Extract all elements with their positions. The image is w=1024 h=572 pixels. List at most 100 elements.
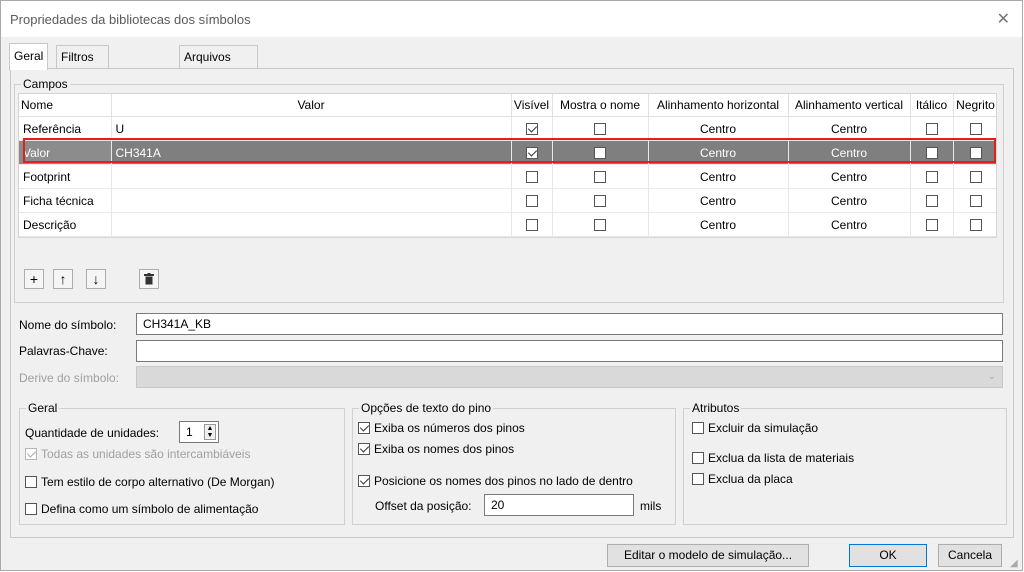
bold-checkbox[interactable] [969,171,982,184]
col-header-show-name[interactable]: Mostra o nome [552,94,649,117]
visible-cell[interactable] [511,212,553,237]
show-name-checkbox[interactable] [594,123,606,136]
bold-cell[interactable] [953,140,996,165]
italic-cell[interactable] [910,140,954,165]
keywords-field[interactable] [136,340,1003,362]
move-up-button[interactable]: ↑ [53,269,73,289]
show-name-cell[interactable] [552,116,649,141]
show-name-checkbox[interactable] [594,219,606,232]
h-align-cell[interactable]: Centro [648,164,789,189]
bold-checkbox[interactable] [969,195,982,208]
field-name-cell[interactable]: Descrição [19,212,112,237]
move-down-button[interactable]: ↓ [86,269,106,289]
units-spinner[interactable]: 1 ▲ ▼ [179,421,219,443]
col-header-h-align[interactable]: Alinhamento horizontal [648,94,789,117]
interchangeable-row[interactable]: Todas as unidades são intercambiáveis [25,447,250,461]
v-align-cell[interactable]: Centro [788,140,911,165]
table-row[interactable]: Descrição Centro Centro [19,212,996,237]
col-header-v-align[interactable]: Alinhamento vertical [788,94,911,117]
italic-checkbox[interactable] [925,123,938,136]
show-name-cell[interactable] [552,188,649,213]
symbol-name-field[interactable]: CH341A_KB [136,313,1003,335]
ok-button[interactable]: OK [849,544,927,567]
v-align-cell[interactable]: Centro [788,188,911,213]
bold-cell[interactable] [953,164,996,189]
v-align-cell[interactable]: Centro [788,212,911,237]
exclude-simulation-row[interactable]: Excluir da simulação [692,421,818,435]
table-row[interactable]: Referência U Centro Centro [19,116,996,141]
add-field-button[interactable]: + [24,269,44,289]
h-align-cell[interactable]: Centro [648,116,789,141]
tab-footprint-filters[interactable]: Filtros do footprint [56,45,110,108]
pin-names-inside-row[interactable]: Posicione os nomes dos pinos no lado de … [358,474,633,488]
col-header-italic[interactable]: Itálico [910,94,954,117]
show-name-cell[interactable] [552,140,649,165]
visible-checkbox[interactable] [525,171,538,184]
italic-cell[interactable] [910,188,954,213]
show-name-checkbox[interactable] [594,195,606,208]
bold-checkbox[interactable] [969,219,982,232]
visible-cell[interactable] [511,116,553,141]
visible-cell[interactable] [511,140,553,165]
field-value-cell[interactable] [111,212,512,237]
h-align-cell[interactable]: Centro [648,188,789,213]
show-name-checkbox[interactable] [594,147,606,160]
col-header-value[interactable]: Valor [111,94,512,117]
close-icon[interactable]: ✕ [997,9,1010,29]
tab-geral[interactable]: Geral [9,43,49,70]
table-row[interactable]: Valor CH341A Centro Centro [19,140,996,165]
bold-cell[interactable] [953,116,996,141]
field-value-cell[interactable]: U [111,116,512,141]
power-symbol-checkbox[interactable] [25,503,37,515]
edit-simulation-model-button[interactable]: Editar o modelo de simulação... [607,544,809,567]
visible-checkbox[interactable] [525,195,538,208]
demorgan-row[interactable]: Tem estilo de corpo alternativo (De Morg… [25,475,274,489]
table-row[interactable]: Footprint Centro Centro [19,164,996,189]
exclude-board-row[interactable]: Exclua da placa [692,472,793,486]
interchangeable-checkbox[interactable] [25,448,37,460]
resize-grip-icon[interactable]: ◢ [1010,558,1022,570]
exclude-board-checkbox[interactable] [692,473,704,485]
field-value-cell[interactable] [111,164,512,189]
bold-cell[interactable] [953,212,996,237]
col-header-visible[interactable]: Visível [511,94,553,117]
italic-cell[interactable] [910,164,954,189]
show-pin-names-row[interactable]: Exiba os nomes dos pinos [358,442,514,456]
offset-field[interactable]: 20 [484,494,634,516]
bold-checkbox[interactable] [969,123,982,136]
v-align-cell[interactable]: Centro [788,116,911,141]
visible-cell[interactable] [511,164,553,189]
pin-names-inside-checkbox[interactable] [358,475,370,487]
show-pin-numbers-row[interactable]: Exiba os números dos pinos [358,421,525,435]
h-align-cell[interactable]: Centro [648,140,789,165]
field-name-cell[interactable]: Ficha técnica [19,188,112,213]
show-name-checkbox[interactable] [594,171,606,184]
visible-checkbox[interactable] [525,219,538,232]
demorgan-checkbox[interactable] [25,476,37,488]
visible-checkbox[interactable] [525,123,538,136]
field-value-cell[interactable] [111,188,512,213]
col-header-name[interactable]: Nome [19,94,112,117]
field-name-cell[interactable]: Referência [19,116,112,141]
cancel-button[interactable]: Cancela [938,544,1002,567]
visible-checkbox[interactable] [525,147,538,160]
exclude-simulation-checkbox[interactable] [692,422,704,434]
field-name-cell[interactable]: Valor [19,140,112,165]
fields-grid[interactable]: Nome Valor Visível Mostra o nome Alinham… [18,93,997,238]
field-name-cell[interactable]: Footprint [19,164,112,189]
show-name-cell[interactable] [552,164,649,189]
show-name-cell[interactable] [552,212,649,237]
exclude-bom-checkbox[interactable] [692,452,704,464]
italic-checkbox[interactable] [925,147,938,160]
h-align-cell[interactable]: Centro [648,212,789,237]
italic-checkbox[interactable] [925,219,938,232]
power-symbol-row[interactable]: Defina como um símbolo de alimentação [25,502,258,516]
bold-cell[interactable] [953,188,996,213]
v-align-cell[interactable]: Centro [788,164,911,189]
italic-checkbox[interactable] [925,195,938,208]
derive-select[interactable]: ⌄ [136,366,1003,388]
spinner-arrows-icon[interactable]: ▲ ▼ [204,424,216,440]
table-row[interactable]: Ficha técnica Centro Centro [19,188,996,213]
italic-cell[interactable] [910,116,954,141]
visible-cell[interactable] [511,188,553,213]
